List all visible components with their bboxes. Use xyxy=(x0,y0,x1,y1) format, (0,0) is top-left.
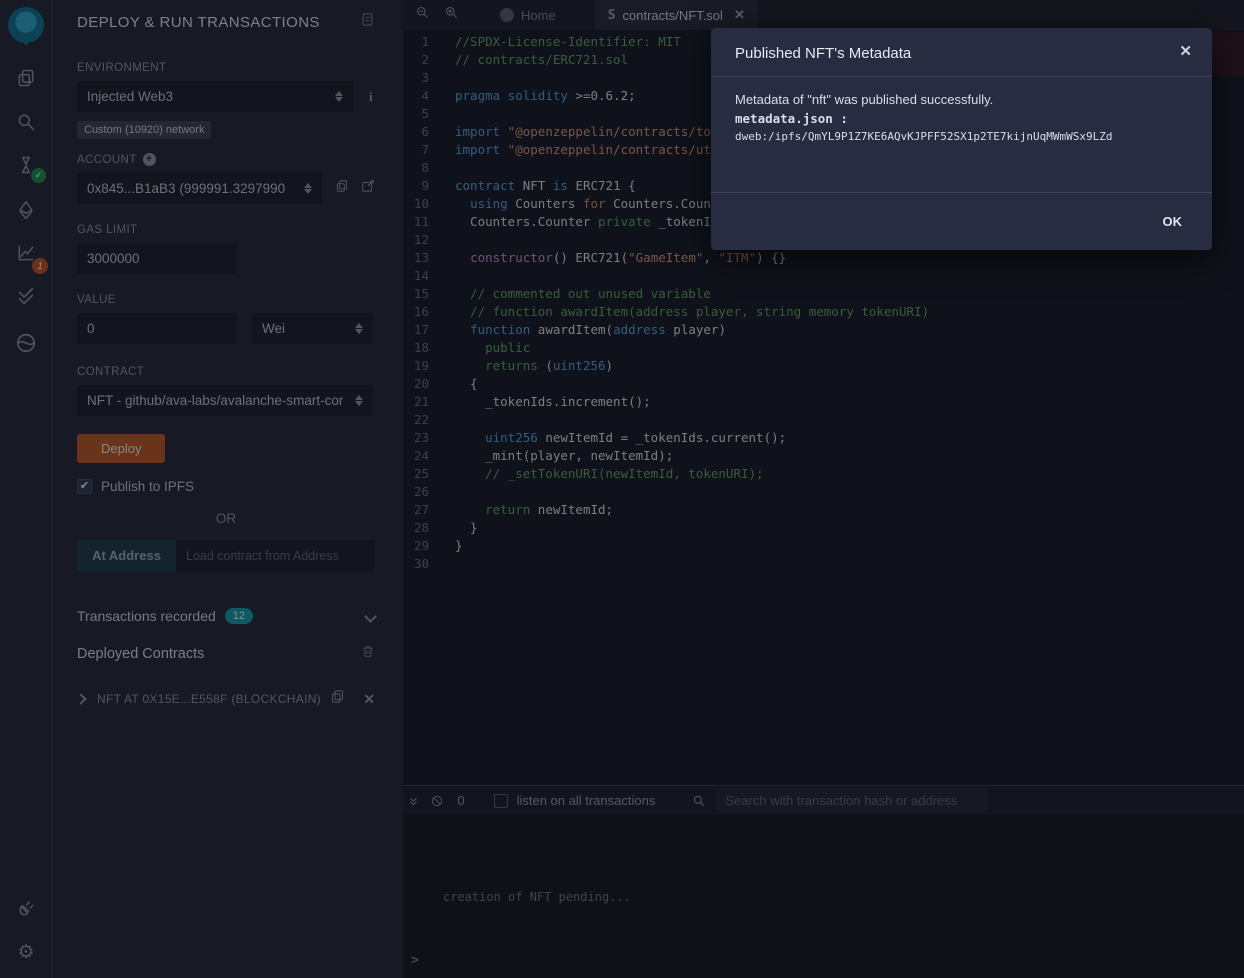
ok-button[interactable]: OK xyxy=(1163,214,1183,229)
remix-ide-window: ✓ 1 ⚙ DEPLOY & RUN TRANSACTIONS xyxy=(0,0,1244,978)
modal-message: Metadata of "nft" was published successf… xyxy=(735,92,1188,107)
metadata-file-label: metadata.json : xyxy=(735,111,1188,126)
modal-title: Published NFT's Metadata xyxy=(735,45,1188,62)
ipfs-link[interactable]: dweb:/ipfs/QmYL9P1Z7KE6AQvKJPFF52SX1p2TE… xyxy=(735,130,1188,143)
close-modal-icon[interactable]: ✕ xyxy=(1179,42,1192,60)
published-metadata-modal: Published NFT's Metadata ✕ Metadata of "… xyxy=(711,28,1212,250)
